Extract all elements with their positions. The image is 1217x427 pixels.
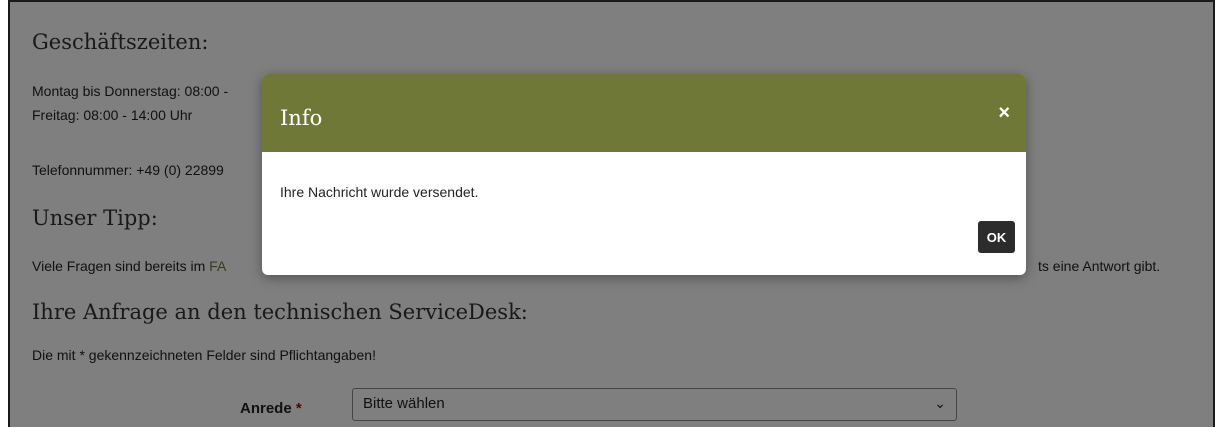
ok-button[interactable]: OK bbox=[978, 221, 1015, 253]
dialog-message: Ihre Nachricht wurde versendet. bbox=[280, 184, 479, 200]
close-icon[interactable]: × bbox=[998, 102, 1010, 125]
info-dialog: Info × Ihre Nachricht wurde versendet. O… bbox=[262, 74, 1026, 275]
dialog-header: Info × bbox=[262, 74, 1026, 152]
dialog-title: Info bbox=[280, 106, 323, 130]
